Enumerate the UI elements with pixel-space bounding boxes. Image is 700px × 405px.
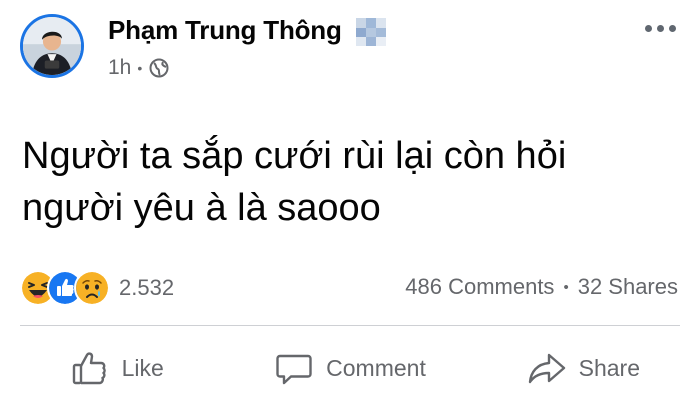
share-count-link[interactable]: 32 Shares: [578, 274, 678, 300]
share-button[interactable]: Share: [467, 338, 700, 398]
globe-icon[interactable]: [149, 58, 169, 78]
share-label: Share: [578, 354, 640, 381]
like-button[interactable]: Like: [0, 338, 233, 398]
share-icon: [528, 353, 565, 384]
comment-count-link[interactable]: 486 Comments: [405, 274, 554, 300]
divider: [20, 325, 680, 326]
more-options-icon[interactable]: [638, 14, 682, 42]
more-dot: [656, 24, 664, 32]
like-label: Like: [121, 354, 164, 381]
blurred-badge-icon: [356, 18, 386, 46]
comment-label: Comment: [326, 354, 426, 381]
comment-button[interactable]: Comment: [233, 338, 466, 398]
thumbs-up-icon: [72, 352, 106, 385]
meta-separator: •: [137, 60, 143, 76]
sad-icon: [74, 270, 110, 306]
author-avatar[interactable]: [20, 14, 84, 78]
post-stats: 486 Comments • 32 Shares: [405, 274, 678, 300]
comment-icon: [276, 354, 312, 385]
reaction-count: 2.532: [119, 275, 175, 300]
post-meta: 1h •: [108, 56, 169, 80]
reaction-icons: [20, 270, 110, 306]
more-dot: [668, 24, 676, 32]
post-time[interactable]: 1h: [108, 56, 131, 80]
reaction-summary[interactable]: 2.532: [20, 270, 174, 306]
avatar-image: [23, 17, 81, 75]
stats-separator: •: [563, 278, 569, 296]
post-text: Người ta sắp cưới rùi lại còn hỏi người …: [22, 135, 567, 229]
action-bar: Like Comment Share: [0, 338, 700, 398]
author-name[interactable]: Phạm Trung Thông: [108, 15, 342, 46]
more-dot: [644, 24, 652, 32]
